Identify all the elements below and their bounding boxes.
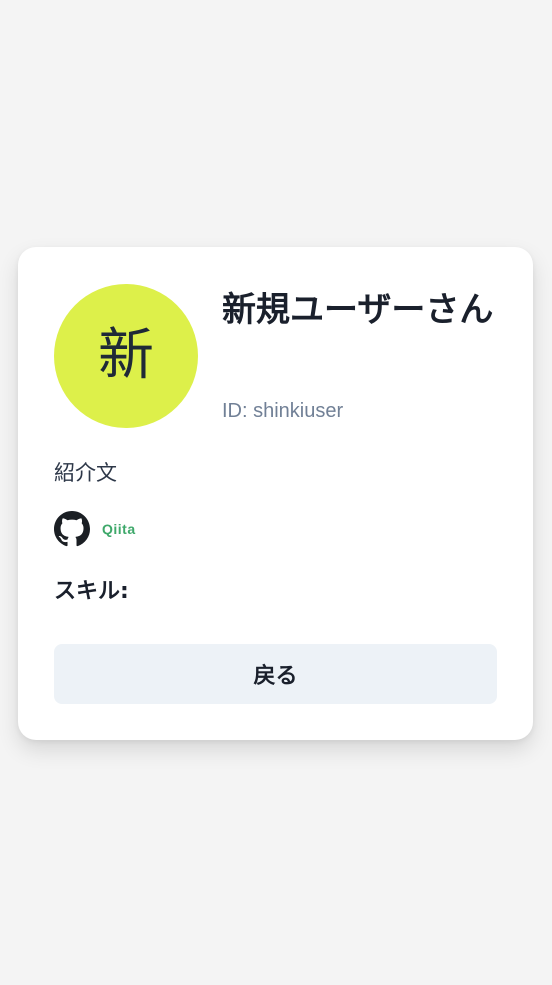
github-icon [54,511,90,547]
github-link[interactable] [54,511,90,547]
profile-card: 新 新規ユーザーさん ID: shinkiuser 紹介文 Qiita スキル:… [18,247,533,740]
avatar: 新 [54,284,198,428]
social-links: Qiita [54,511,136,547]
back-button[interactable]: 戻る [54,644,497,704]
qiita-link[interactable]: Qiita [102,521,136,537]
user-name: 新規ユーザーさん [222,290,494,330]
bio-text: 紹介文 [54,461,117,485]
avatar-initial: 新 [98,323,154,388]
skills-label: スキル: [54,579,129,604]
user-id: ID: shinkiuser [222,400,344,422]
